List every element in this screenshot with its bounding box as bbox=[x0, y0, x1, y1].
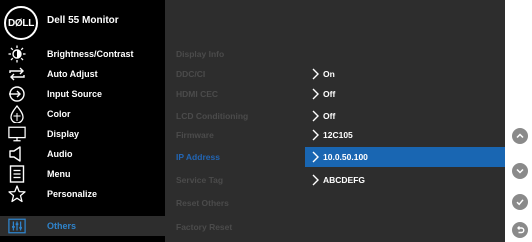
row-factory-reset[interactable]: Factory Reset bbox=[165, 217, 505, 237]
chevron-up-icon bbox=[516, 133, 524, 139]
sidebar-item-label: Input Source bbox=[47, 89, 103, 99]
row-value-area: ABCDEFG bbox=[305, 170, 505, 190]
nav-up-button[interactable] bbox=[512, 128, 528, 144]
sidebar-item-personalize[interactable]: Personalize bbox=[0, 184, 165, 204]
sidebar-item-color[interactable]: Color bbox=[0, 104, 165, 124]
row-lcd-conditioning[interactable]: LCD Conditioning Off bbox=[165, 106, 505, 126]
others-icon bbox=[8, 216, 26, 236]
back-icon bbox=[517, 226, 525, 234]
row-label: Display Info bbox=[176, 49, 225, 59]
audio-icon bbox=[8, 144, 26, 164]
auto-adjust-icon bbox=[8, 64, 26, 84]
row-value: 10.0.50.100 bbox=[323, 152, 368, 162]
sidebar-item-auto-adjust[interactable]: Auto Adjust bbox=[0, 64, 165, 84]
row-value: Off bbox=[323, 111, 336, 121]
sidebar-item-label: Personalize bbox=[47, 189, 98, 199]
row-reset-others[interactable]: Reset Others bbox=[165, 193, 505, 213]
row-service-tag[interactable]: Service Tag ABCDEFG bbox=[165, 170, 505, 190]
chevron-right-icon bbox=[312, 129, 319, 141]
menu-icon bbox=[8, 164, 26, 184]
sidebar-item-label: Others bbox=[47, 221, 77, 231]
sidebar-item-label: Auto Adjust bbox=[47, 69, 98, 79]
row-label: LCD Conditioning bbox=[176, 111, 249, 121]
sidebar-item-others[interactable]: Others bbox=[0, 216, 165, 236]
sidebar-item-label: Menu bbox=[47, 169, 71, 179]
row-hdmi-cec[interactable]: HDMI CEC Off bbox=[165, 84, 505, 104]
chevron-right-icon bbox=[312, 151, 319, 163]
nav-back-button[interactable] bbox=[512, 222, 528, 238]
row-ip-address[interactable]: IP Address 10.0.50.100 bbox=[165, 147, 505, 167]
row-label: Service Tag bbox=[176, 175, 224, 185]
row-ddc-ci[interactable]: DDC/CI On bbox=[165, 64, 505, 84]
sidebar-item-brightness-contrast[interactable]: Brightness/Contrast bbox=[0, 44, 165, 64]
sidebar-item-audio[interactable]: Audio bbox=[0, 144, 165, 164]
row-value-area: 12C105 bbox=[305, 125, 505, 145]
nav-down-button[interactable] bbox=[512, 163, 528, 179]
sidebar-item-menu[interactable]: Menu bbox=[0, 164, 165, 184]
brightness-icon bbox=[8, 44, 26, 64]
row-value-area: Off bbox=[305, 84, 505, 104]
row-firmware[interactable]: Firmware 12C105 bbox=[165, 125, 505, 145]
row-label: IP Address bbox=[176, 152, 220, 162]
row-value-area-selected: 10.0.50.100 bbox=[305, 147, 505, 167]
sidebar-item-input-source[interactable]: Input Source bbox=[0, 84, 165, 104]
check-icon bbox=[516, 199, 524, 206]
row-value: On bbox=[323, 69, 335, 79]
sidebar-item-label: Display bbox=[47, 129, 80, 139]
input-source-icon bbox=[8, 84, 26, 104]
row-value: Off bbox=[323, 89, 336, 99]
chevron-down-icon bbox=[516, 168, 524, 174]
row-label: Reset Others bbox=[176, 198, 229, 208]
monitor-osd: DØLL Dell 55 Monitor Brightness/Contrast… bbox=[0, 0, 505, 242]
row-label: HDMI CEC bbox=[176, 89, 219, 99]
chevron-right-icon bbox=[312, 174, 319, 186]
sidebar-item-label: Brightness/Contrast bbox=[47, 49, 134, 59]
row-label: Factory Reset bbox=[176, 222, 233, 232]
row-value-area: On bbox=[305, 64, 505, 84]
nav-confirm-button[interactable] bbox=[512, 194, 528, 210]
row-value: 12C105 bbox=[323, 130, 353, 140]
display-icon bbox=[8, 124, 26, 144]
sidebar-item-label: Color bbox=[47, 109, 71, 119]
monitor-title: Dell 55 Monitor bbox=[47, 15, 119, 26]
chevron-right-icon bbox=[312, 68, 319, 80]
personalize-icon bbox=[8, 184, 26, 204]
sidebar-item-display[interactable]: Display bbox=[0, 124, 165, 144]
row-value: ABCDEFG bbox=[323, 175, 366, 185]
row-display-info[interactable]: Display Info bbox=[165, 44, 505, 64]
row-value-area: Off bbox=[305, 106, 505, 126]
row-label: Firmware bbox=[176, 130, 214, 140]
dell-logo: DØLL bbox=[4, 6, 38, 40]
sidebar-item-label: Audio bbox=[47, 149, 73, 159]
color-icon bbox=[8, 104, 26, 124]
chevron-right-icon bbox=[312, 88, 319, 100]
chevron-right-icon bbox=[312, 110, 319, 122]
row-label: DDC/CI bbox=[176, 69, 206, 79]
